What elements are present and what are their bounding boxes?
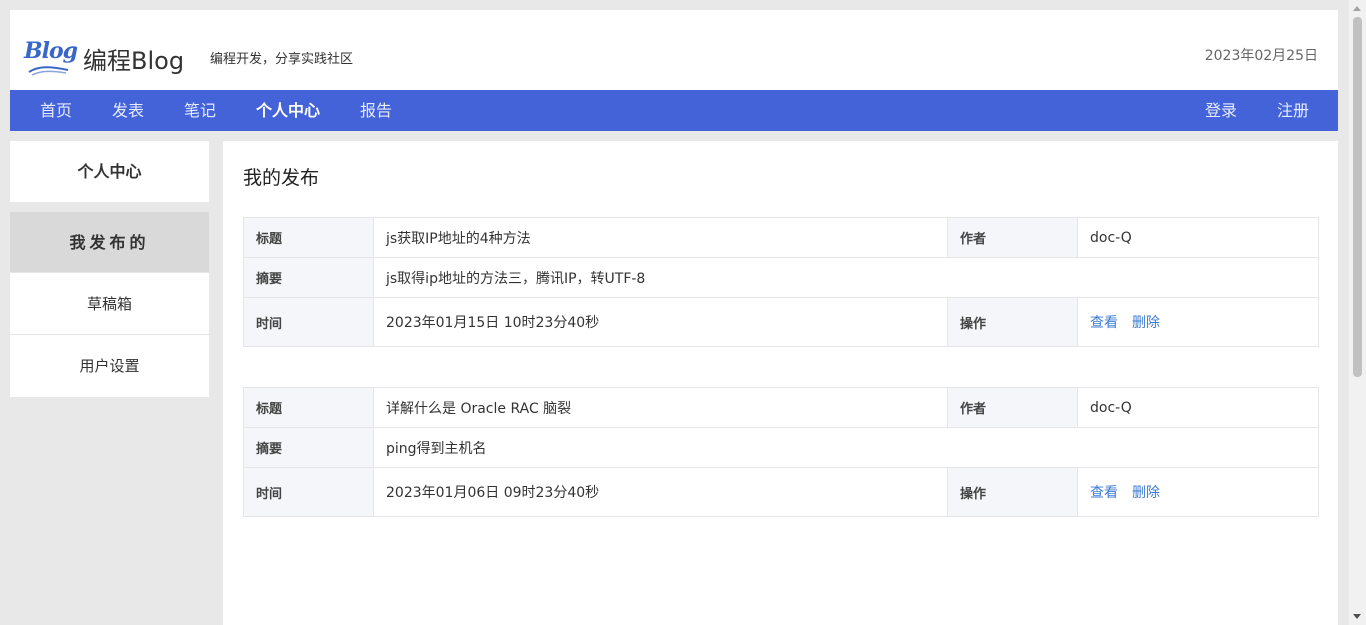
nav-item-publish[interactable]: 发表 (112, 90, 144, 131)
time-label: 时间 (244, 468, 374, 516)
summary-label: 摘要 (244, 428, 374, 467)
post-row-title: 标题 js获取IP地址的4种方法 作者 doc-Q (244, 218, 1318, 258)
view-link[interactable]: 查看 (1090, 482, 1118, 502)
sidebar-menu: 我发布的 草稿箱 用户设置 (10, 212, 209, 397)
current-date: 2023年02月25日 (1204, 48, 1318, 64)
post-time: 2023年01月15日 10时23分40秒 (374, 298, 948, 346)
page-title: 我的发布 (243, 167, 320, 189)
sidebar-item-drafts[interactable]: 草稿箱 (10, 273, 209, 335)
header: Blog 编程Blog 编程开发，分享实践社区 2023年02月25日 (10, 10, 1338, 90)
scroll-up-icon[interactable] (1353, 6, 1361, 11)
author-label: 作者 (948, 218, 1078, 257)
time-label: 时间 (244, 298, 374, 346)
page: Blog 编程Blog 编程开发，分享实践社区 2023年02月25日 首页 发… (10, 10, 1338, 625)
title-label: 标题 (244, 388, 374, 427)
sidebar-item-my-posts[interactable]: 我发布的 (10, 212, 209, 273)
post-row-title: 标题 详解什么是 Oracle RAC 脑裂 作者 doc-Q (244, 388, 1318, 428)
post-summary: ping得到主机名 (386, 440, 487, 457)
login-link[interactable]: 登录 (1205, 90, 1237, 131)
main-content: 我的发布 标题 js获取IP地址的4种方法 作者 doc-Q 摘要 js取得ip… (223, 141, 1338, 625)
logo-text: Blog (24, 38, 78, 64)
sidebar-title: 个人中心 (10, 141, 209, 202)
sidebar-item-user-settings[interactable]: 用户设置 (10, 335, 209, 397)
sidebar: 个人中心 我发布的 草稿箱 用户设置 (10, 141, 209, 397)
scrollbar-thumb[interactable] (1353, 17, 1362, 377)
post-actions: 查看 删除 (1078, 298, 1318, 346)
post-row-summary: 摘要 js取得ip地址的方法三，腾讯IP，转UTF-8 (244, 258, 1318, 298)
actions-label: 操作 (948, 298, 1078, 346)
actions-label: 操作 (948, 468, 1078, 516)
post-actions: 查看 删除 (1078, 468, 1318, 516)
site-name[interactable]: 编程Blog (83, 41, 184, 76)
delete-link[interactable]: 删除 (1132, 482, 1160, 502)
site-slogan: 编程开发，分享实践社区 (210, 52, 354, 67)
post-row-summary: 摘要 ping得到主机名 (244, 428, 1318, 468)
site-logo[interactable]: Blog (24, 38, 78, 78)
post-summary: js取得ip地址的方法三，腾讯IP，转UTF-8 (386, 270, 646, 287)
post-time: 2023年01月06日 09时23分40秒 (374, 468, 948, 516)
register-link[interactable]: 注册 (1277, 90, 1309, 131)
post-author: doc-Q (1090, 229, 1132, 246)
view-link[interactable]: 查看 (1090, 312, 1118, 332)
scroll-down-icon[interactable] (1353, 614, 1361, 619)
logo-swoosh-icon (28, 66, 69, 76)
post-title: 详解什么是 Oracle RAC 脑裂 (374, 388, 948, 427)
author-label: 作者 (948, 388, 1078, 427)
title-label: 标题 (244, 218, 374, 257)
delete-link[interactable]: 删除 (1132, 312, 1160, 332)
summary-label: 摘要 (244, 258, 374, 297)
nav-item-profile[interactable]: 个人中心 (256, 90, 320, 131)
post-card: 标题 js获取IP地址的4种方法 作者 doc-Q 摘要 js取得ip地址的方法… (243, 217, 1319, 347)
vertical-scrollbar[interactable] (1349, 0, 1366, 625)
nav-item-notes[interactable]: 笔记 (184, 90, 216, 131)
nav-item-report[interactable]: 报告 (360, 90, 392, 131)
post-card: 标题 详解什么是 Oracle RAC 脑裂 作者 doc-Q 摘要 ping得… (243, 387, 1319, 517)
nav-item-home[interactable]: 首页 (40, 90, 72, 131)
post-row-time: 时间 2023年01月06日 09时23分40秒 操作 查看 删除 (244, 468, 1318, 516)
post-title: js获取IP地址的4种方法 (374, 218, 948, 257)
post-author: doc-Q (1090, 399, 1132, 416)
post-row-time: 时间 2023年01月15日 10时23分40秒 操作 查看 删除 (244, 298, 1318, 346)
main-nav: 首页 发表 笔记 个人中心 报告 登录 注册 (10, 90, 1338, 131)
